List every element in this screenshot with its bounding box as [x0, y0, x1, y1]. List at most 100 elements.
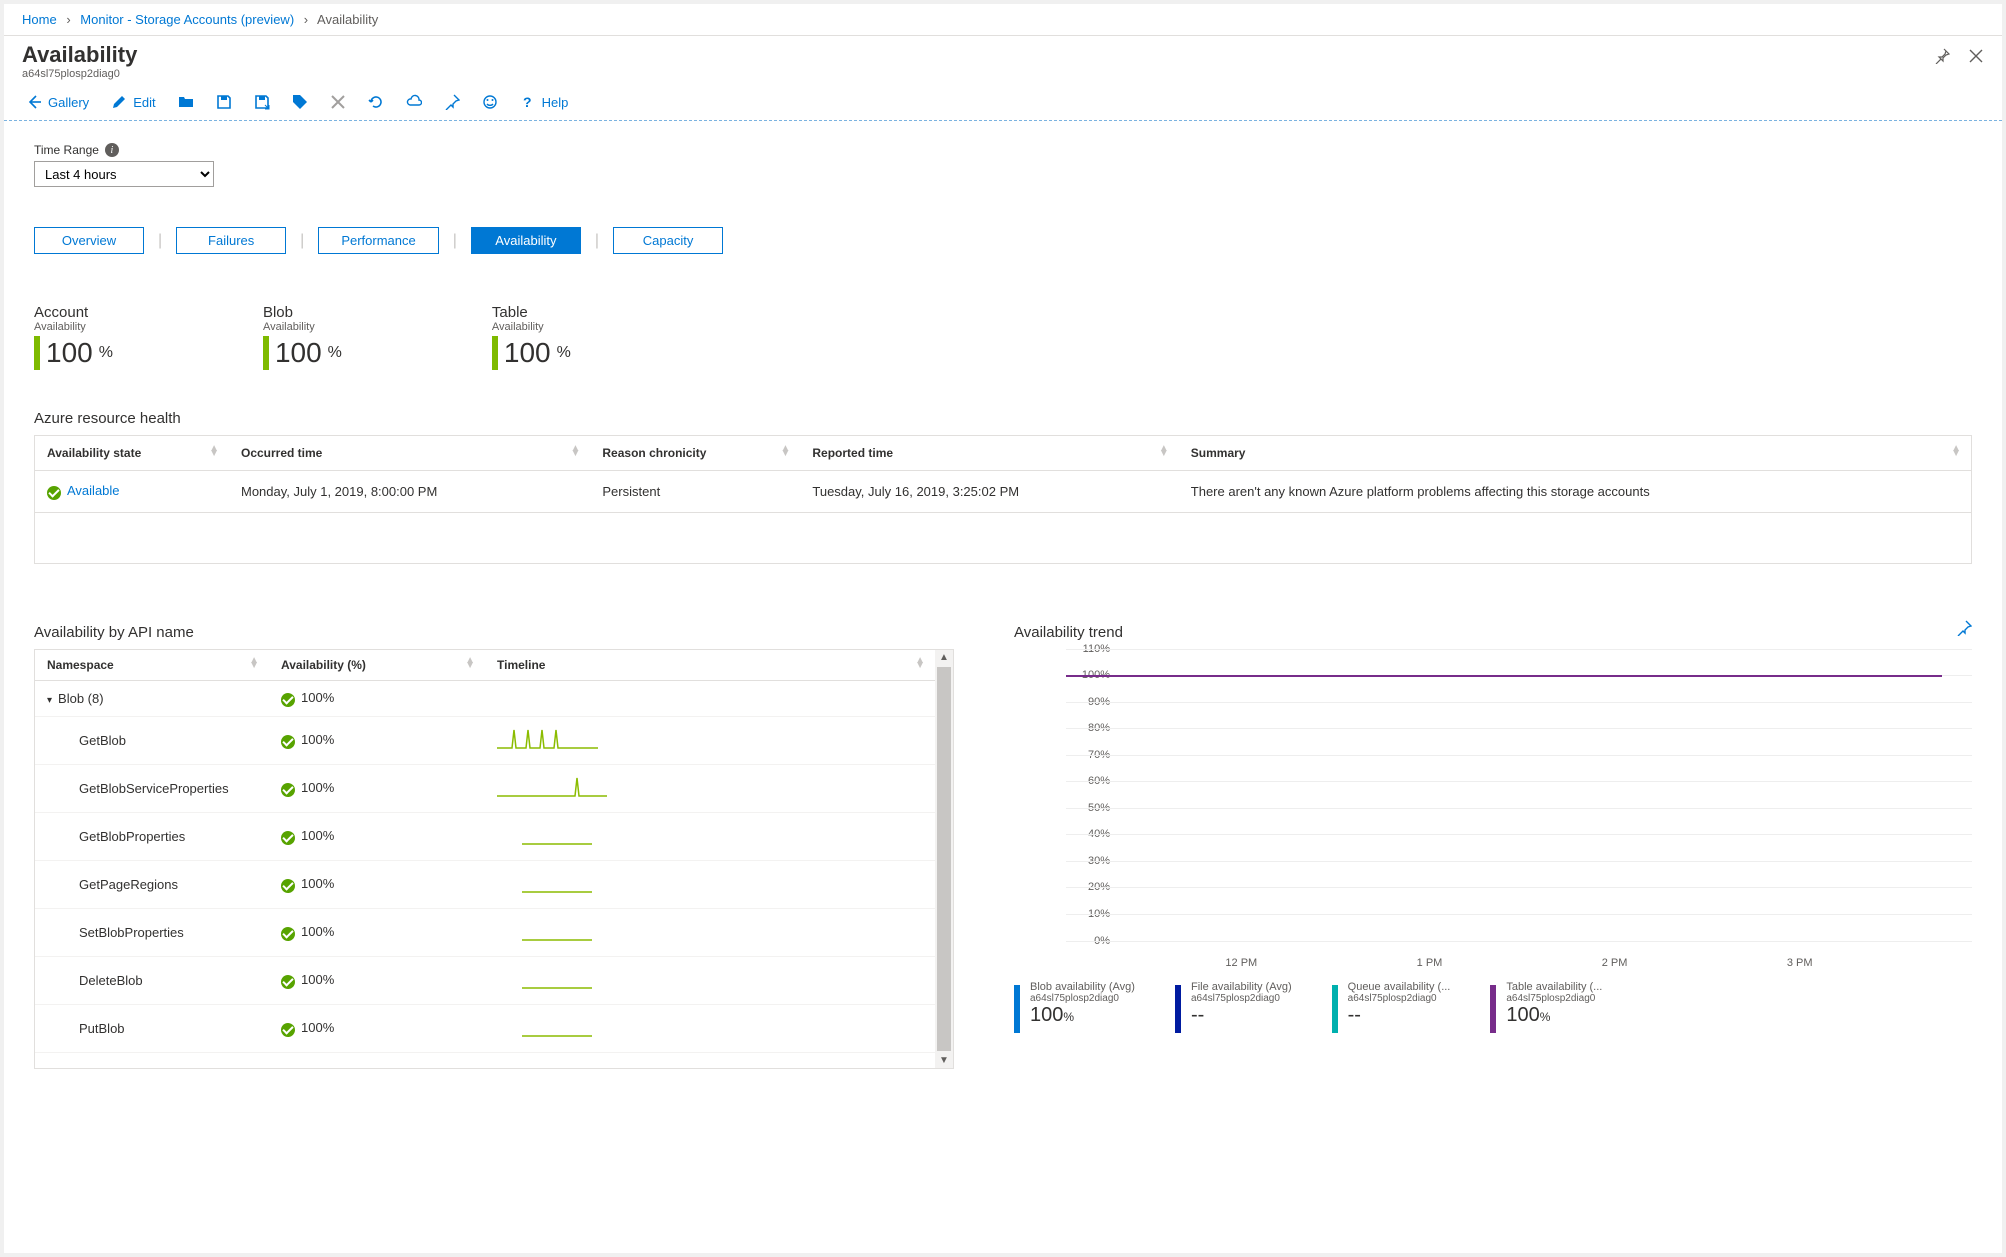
kpi-title: Table	[492, 304, 571, 321]
kpi-card: Account Availability 100%	[34, 304, 113, 370]
breadcrumb-monitor[interactable]: Monitor - Storage Accounts (preview)	[80, 12, 294, 27]
health-col[interactable]: Occurred time▲▼	[229, 436, 590, 471]
api-name: DeleteBlob	[35, 956, 269, 1004]
page-title: Availability	[22, 42, 137, 68]
api-row[interactable]: GetPageRegions 100%	[35, 860, 935, 908]
trend-line	[1066, 675, 1942, 677]
toolbar: Gallery Edit ? Help	[4, 84, 2002, 121]
health-title: Azure resource health	[34, 410, 1972, 427]
kpi-cards: Account Availability 100% Blob Availabil…	[34, 304, 1972, 370]
breadcrumb-home[interactable]: Home	[22, 12, 57, 27]
tabs: Overview| Failures| Performance| Availab…	[34, 227, 1972, 254]
sparkline	[485, 812, 935, 860]
check-icon	[281, 975, 295, 989]
help-button[interactable]: ? Help	[520, 94, 569, 110]
api-row[interactable]: Blob (8) 100%	[35, 680, 935, 716]
health-col[interactable]: Reason chronicity▲▼	[590, 436, 800, 471]
health-row[interactable]: Available Monday, July 1, 2019, 8:00:00 …	[35, 471, 1971, 513]
check-icon	[281, 783, 295, 797]
save-icon	[216, 94, 232, 110]
api-row[interactable]: PutPage 100%	[35, 1052, 935, 1068]
api-table: Namespace▲▼Availability (%)▲▼Timeline▲▼ …	[34, 649, 954, 1069]
health-col[interactable]: Summary▲▼	[1179, 436, 1971, 471]
check-icon	[281, 927, 295, 941]
api-row[interactable]: DeleteBlob 100%	[35, 956, 935, 1004]
pencil-icon	[111, 94, 127, 110]
breadcrumb: Home › Monitor - Storage Accounts (previ…	[4, 4, 2002, 36]
api-group[interactable]: Blob (8)	[35, 680, 269, 716]
tab-performance[interactable]: Performance	[318, 227, 438, 254]
legend-item: File availability (Avg) a64sl75plosp2dia…	[1175, 981, 1292, 1033]
tab-failures[interactable]: Failures	[176, 227, 286, 254]
api-row[interactable]: GetBlob 100%	[35, 716, 935, 764]
scroll-thumb[interactable]	[937, 667, 951, 1051]
save-button[interactable]	[216, 94, 232, 110]
health-col[interactable]: Reported time▲▼	[800, 436, 1178, 471]
edit-button[interactable]: Edit	[111, 94, 155, 110]
time-range-label: Time Range	[34, 143, 99, 157]
time-range-select[interactable]: Last 4 hours	[34, 161, 214, 187]
tag-icon	[292, 94, 308, 110]
api-scrollbar[interactable]: ▲ ▼	[935, 650, 953, 1068]
trend-title: Availability trend	[1014, 624, 1972, 641]
tag-button[interactable]	[292, 94, 308, 110]
legend-swatch	[1332, 985, 1338, 1033]
tab-overview[interactable]: Overview	[34, 227, 144, 254]
trend-pin-icon[interactable]	[1956, 620, 1972, 639]
health-table: Availability state▲▼Occurred time▲▼Reaso…	[34, 435, 1972, 564]
x-icon	[330, 94, 346, 110]
open-button[interactable]	[178, 94, 194, 110]
sparkline	[485, 956, 935, 1004]
api-col[interactable]: Availability (%)▲▼	[269, 650, 485, 681]
check-icon	[281, 735, 295, 749]
api-col[interactable]: Timeline▲▼	[485, 650, 935, 681]
sparkline	[485, 908, 935, 956]
scroll-down-icon[interactable]: ▼	[937, 1053, 951, 1068]
cloud-icon	[406, 94, 422, 110]
save-as-button[interactable]	[254, 94, 270, 110]
api-name: GetBlob	[35, 716, 269, 764]
scroll-up-icon[interactable]: ▲	[937, 650, 951, 665]
sparkline	[485, 764, 935, 812]
api-row[interactable]: PutBlob 100%	[35, 1004, 935, 1052]
share-button[interactable]	[406, 94, 422, 110]
check-icon	[281, 1023, 295, 1037]
x-tick: 3 PM	[1787, 957, 1813, 969]
info-icon[interactable]: i	[105, 143, 119, 157]
refresh-button[interactable]	[368, 94, 384, 110]
folder-icon	[178, 94, 194, 110]
delete-button	[330, 94, 346, 110]
health-col[interactable]: Availability state▲▼	[35, 436, 229, 471]
x-tick: 12 PM	[1225, 957, 1257, 969]
page-subtitle: a64sl75plosp2diag0	[22, 68, 137, 80]
availability-state-link[interactable]: Available	[67, 483, 120, 498]
sparkline	[485, 1052, 935, 1068]
pin-icon[interactable]	[1934, 48, 1950, 64]
pin-icon	[444, 94, 460, 110]
api-row[interactable]: GetBlobServiceProperties 100%	[35, 764, 935, 812]
kpi-subtitle: Availability	[263, 321, 342, 333]
api-row[interactable]: GetBlobProperties 100%	[35, 812, 935, 860]
api-name: GetBlobProperties	[35, 812, 269, 860]
page-header: Availability a64sl75plosp2diag0	[4, 36, 2002, 84]
legend-item: Blob availability (Avg) a64sl75plosp2dia…	[1014, 981, 1135, 1033]
feedback-button[interactable]	[482, 94, 498, 110]
gallery-button[interactable]: Gallery	[26, 94, 89, 110]
kpi-title: Blob	[263, 304, 342, 321]
legend-item: Table availability (... a64sl75plosp2dia…	[1490, 981, 1602, 1033]
sparkline	[485, 716, 935, 764]
pin-button[interactable]	[444, 94, 460, 110]
legend-swatch	[1175, 985, 1181, 1033]
api-row[interactable]: SetBlobProperties 100%	[35, 908, 935, 956]
api-col[interactable]: Namespace▲▼	[35, 650, 269, 681]
legend-item: Queue availability (... a64sl75plosp2dia…	[1332, 981, 1451, 1033]
main-content: Time Range i Last 4 hours Overview| Fail…	[4, 121, 2002, 1253]
save-as-icon	[254, 94, 270, 110]
legend-swatch	[1490, 985, 1496, 1033]
close-icon[interactable]	[1968, 48, 1984, 64]
caret-down-icon	[47, 691, 52, 706]
tab-capacity[interactable]: Capacity	[613, 227, 723, 254]
check-icon	[281, 831, 295, 845]
sparkline	[485, 860, 935, 908]
tab-availability[interactable]: Availability	[471, 227, 581, 254]
